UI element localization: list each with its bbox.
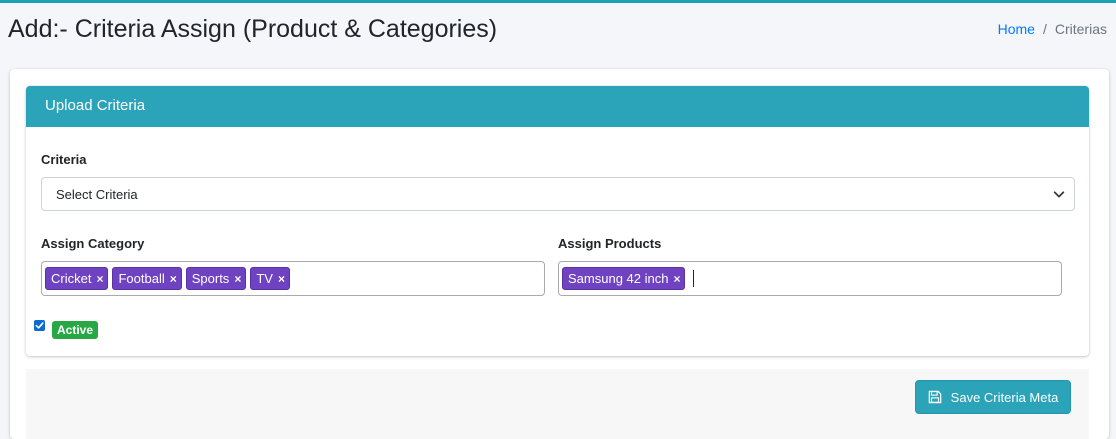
save-icon	[928, 390, 941, 404]
active-badge: Active	[52, 321, 99, 339]
assign-category-label: Assign Category	[41, 236, 145, 251]
category-tag-label: Sports	[191, 271, 230, 286]
breadcrumb: Home / Criterias	[998, 21, 1107, 37]
tag-remove-icon[interactable]: ×	[278, 272, 285, 286]
tag-remove-icon[interactable]: ×	[234, 272, 241, 286]
upload-criteria-card: Upload Criteria Criteria Select Criteria…	[26, 86, 1089, 356]
card-footer: Save Criteria Meta	[26, 369, 1089, 439]
criteria-select-value: Select Criteria	[56, 187, 138, 202]
page-title: Add:- Criteria Assign (Product & Categor…	[8, 15, 498, 43]
chevron-down-icon	[1053, 191, 1065, 198]
card-header: Upload Criteria	[26, 86, 1089, 127]
breadcrumb-home-link[interactable]: Home	[998, 21, 1035, 37]
breadcrumb-separator: /	[1042, 21, 1047, 37]
top-accent-line	[0, 0, 1116, 3]
main-card: Upload Criteria Criteria Select Criteria…	[10, 69, 1109, 439]
active-checkbox[interactable]	[34, 320, 45, 331]
category-tag: Sports ×	[185, 267, 247, 290]
category-tag-label: Cricket	[51, 271, 92, 286]
assign-products-input[interactable]: Samsung 42 inch ×	[558, 261, 1062, 296]
tag-remove-icon[interactable]: ×	[96, 272, 103, 286]
category-tag: TV ×	[250, 267, 290, 290]
category-tag: Cricket ×	[45, 267, 109, 290]
check-icon	[35, 322, 44, 329]
category-tag-label: TV	[256, 271, 273, 286]
criteria-select[interactable]: Select Criteria	[41, 177, 1075, 211]
save-criteria-meta-button[interactable]: Save Criteria Meta	[915, 380, 1071, 414]
tag-remove-icon[interactable]: ×	[673, 272, 680, 286]
category-tag-label: Football	[118, 271, 165, 286]
assign-products-label: Assign Products	[558, 236, 662, 251]
tag-remove-icon[interactable]: ×	[170, 272, 177, 286]
criteria-label: Criteria	[41, 152, 87, 167]
text-cursor	[693, 270, 695, 287]
product-tag: Samsung 42 inch ×	[562, 267, 686, 290]
assign-category-input[interactable]: Cricket × Football × Sports × TV ×	[41, 261, 545, 296]
save-button-label: Save Criteria Meta	[950, 389, 1059, 405]
breadcrumb-current: Criterias	[1054, 21, 1107, 37]
category-tag: Football ×	[112, 267, 182, 290]
product-tag-label: Samsung 42 inch	[568, 271, 669, 286]
